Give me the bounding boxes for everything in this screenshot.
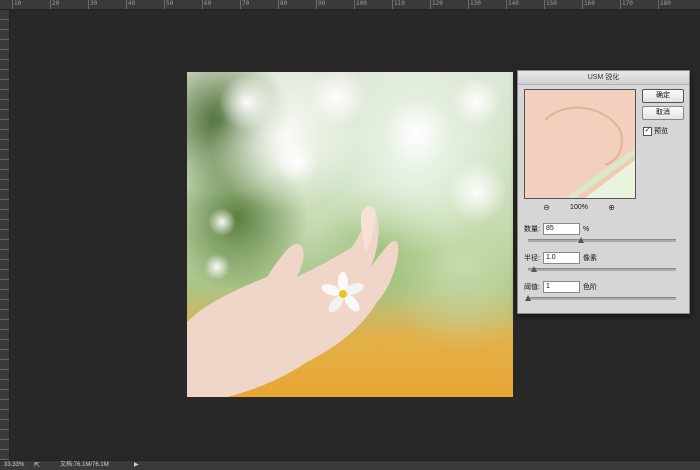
threshold-slider[interactable] [525, 295, 676, 301]
ruler-tick-label: 20 [50, 0, 60, 9]
ruler-tick-label: 140 [506, 0, 519, 9]
radius-slider[interactable] [528, 266, 676, 272]
ruler-tick-label: 160 [582, 0, 595, 9]
ruler-tick-label: 180 [658, 0, 671, 9]
amount-slider[interactable] [528, 237, 676, 243]
ruler-tick-label: 80 [278, 0, 288, 9]
threshold-slider-thumb[interactable] [525, 295, 531, 301]
ruler-tick-label: 50 [164, 0, 174, 9]
amount-label: 数量: [524, 226, 540, 233]
radius-row: 半径: 1.0 像素 [524, 252, 597, 264]
preview-image [525, 90, 635, 198]
ruler-tick-label: 90 [316, 0, 326, 9]
ruler-tick-label: 40 [126, 0, 136, 9]
ruler-tick-label: 30 [88, 0, 98, 9]
ruler-tick-label: 70 [240, 0, 250, 9]
amount-slider-thumb[interactable] [578, 237, 585, 243]
ok-button[interactable]: 确定 [642, 89, 684, 103]
zoom-in-icon[interactable]: ⊕ [607, 203, 616, 212]
ruler-tick-label: 10 [12, 0, 22, 9]
radius-unit: 像素 [582, 255, 597, 262]
ruler-tick-label: 130 [468, 0, 481, 9]
threshold-row: 阈值: 1 色阶 [524, 281, 597, 293]
threshold-label: 阈值: [524, 284, 540, 291]
hand-flower-image [187, 72, 507, 397]
threshold-unit: 色阶 [582, 284, 597, 291]
unsharp-mask-dialog: USM 锐化 确定 取消 ✓ 预览 ⊖ 100% ⊕ 数量: 85 % 半径: … [517, 70, 690, 314]
amount-row: 数量: 85 % [524, 223, 589, 235]
amount-input[interactable]: 85 [542, 223, 580, 235]
radius-slider-thumb[interactable] [530, 266, 537, 272]
ruler-tick-label: 170 [620, 0, 633, 9]
dialog-title[interactable]: USM 锐化 [518, 71, 689, 85]
ruler-tick-label: 120 [430, 0, 443, 9]
ruler-left [0, 10, 10, 460]
ruler-tick-label: 60 [202, 0, 212, 9]
document-image[interactable] [187, 72, 513, 397]
radius-input[interactable]: 1.0 [542, 252, 580, 264]
radius-label: 半径: [524, 255, 540, 262]
filter-preview[interactable] [524, 89, 636, 199]
zoom-out-icon[interactable]: ⊖ [542, 203, 551, 212]
threshold-input[interactable]: 1 [542, 281, 580, 293]
ruler-tick-label: 110 [392, 0, 405, 9]
ruler-tick-label: 100 [354, 0, 367, 9]
cancel-button[interactable]: 取消 [642, 106, 684, 120]
zoom-level: 100% [570, 204, 588, 211]
preview-checkbox-row[interactable]: ✓ 预览 [643, 126, 668, 136]
preview-label: 预览 [654, 128, 668, 135]
ruler-tick-label: 150 [544, 0, 557, 9]
preview-zoom-controls: ⊖ 100% ⊕ [524, 203, 634, 212]
amount-unit: % [582, 225, 590, 233]
ruler-top: 10 20 30 40 50 60 70 80 90 100 110 120 130 140 150 160 1… [0, 0, 700, 10]
preview-checkbox[interactable]: ✓ [643, 126, 652, 136]
